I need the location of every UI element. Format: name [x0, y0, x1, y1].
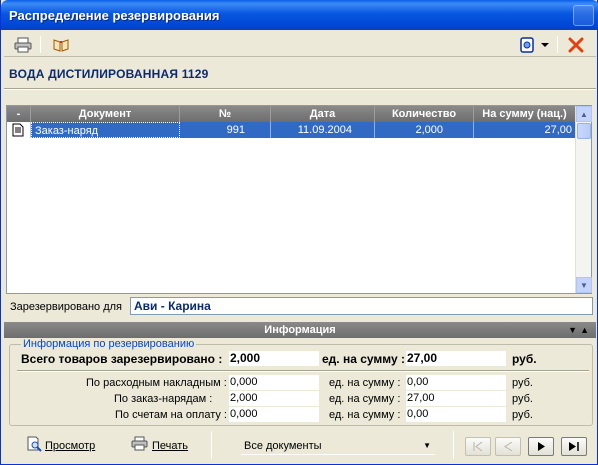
expense-invoices-sum: 0,00 [406, 375, 506, 390]
next-record-button[interactable] [528, 437, 554, 456]
work-orders-sum-label: ед. на сумму : [329, 393, 401, 405]
document-filter-select[interactable]: Все документы ▼ [241, 438, 435, 455]
last-icon [569, 442, 579, 451]
reservation-window: Распределение резервирования ВОДА ДИСТИЛ… [0, 0, 598, 465]
first-record-button[interactable] [465, 437, 491, 456]
payment-bills-currency: руб. [512, 409, 533, 421]
info-section-header[interactable]: Информация ▼▲ [4, 322, 596, 338]
scroll-down-button[interactable]: ▼ [576, 277, 592, 293]
document-icon [12, 123, 24, 137]
grid-header: - Документ № Дата Количество На сумму (н… [7, 106, 576, 122]
expense-invoices-qty: 0,000 [229, 375, 319, 390]
print-toolbar-button[interactable] [12, 34, 34, 55]
total-sum-value: 27,00 [406, 351, 506, 366]
window-title: Распределение резервирования [9, 8, 220, 23]
work-orders-qty: 2,000 [229, 391, 319, 406]
toolbar-separator [40, 36, 41, 53]
reserved-for-label: Зарезервировано для [10, 301, 123, 313]
column-header-quantity[interactable]: Количество [375, 106, 474, 122]
cell-document: Заказ-наряд [31, 122, 180, 138]
documents-grid[interactable]: - Документ № Дата Количество На сумму (н… [6, 105, 592, 294]
cell-number: 991 [180, 122, 271, 138]
payment-bills-sum: 0,00 [406, 407, 506, 422]
prev-record-button[interactable] [495, 437, 521, 456]
payment-bills-sum-label: ед. на сумму : [329, 409, 401, 421]
dropdown-arrow-icon [541, 42, 549, 47]
settings-icon [520, 36, 534, 53]
last-record-button[interactable] [561, 437, 587, 456]
cell-quantity: 2,000 [375, 122, 474, 138]
divider [4, 88, 596, 90]
expense-invoices-label: По расходным накладным : [86, 377, 227, 389]
info-divider [17, 370, 589, 372]
collapse-arrows-icon[interactable]: ▼▲ [568, 322, 592, 338]
payment-bills-qty: 0,000 [229, 407, 319, 422]
printer-icon [14, 37, 32, 52]
titlebar-button[interactable] [573, 5, 594, 26]
total-currency: руб. [512, 352, 537, 366]
reservation-info-legend: Информация по резервированию [21, 338, 197, 350]
reserved-for-value: Ави - Карина [130, 297, 593, 315]
column-header-number[interactable]: № [180, 106, 271, 122]
toolbar-separator [557, 36, 558, 53]
document-filter-value: Все документы [244, 440, 322, 452]
book-toolbar-button[interactable] [50, 34, 72, 55]
book-icon [53, 38, 69, 52]
row-marker [7, 122, 31, 138]
column-header-document[interactable]: Документ [31, 106, 180, 122]
print-icon [131, 436, 148, 451]
reserved-for-row: Зарезервировано для Ави - Карина [6, 295, 593, 318]
cell-date: 11.09.2004 [271, 122, 375, 138]
chevron-down-icon: ▼ [423, 441, 431, 450]
close-icon [568, 37, 584, 52]
grid-scrollbar[interactable]: ▲ ▼ [575, 106, 592, 293]
scroll-up-button[interactable]: ▲ [576, 106, 592, 122]
total-reserved-label: Всего товаров зарезервировано : [21, 352, 223, 366]
column-header-marker[interactable]: - [7, 106, 31, 122]
dropdown-arrow-button[interactable] [539, 34, 551, 55]
print-link[interactable]: Печать [152, 440, 188, 452]
column-header-date[interactable]: Дата [271, 106, 375, 122]
column-header-sum[interactable]: На сумму (нац.) [474, 106, 576, 122]
expense-invoices-sum-label: ед. на сумму : [329, 377, 401, 389]
footer-separator [211, 431, 212, 459]
next-icon [537, 442, 545, 451]
close-toolbar-button[interactable] [565, 34, 587, 55]
title-bar: Распределение резервирования [1, 0, 598, 30]
work-orders-label: По заказ-нарядам : [114, 393, 213, 405]
total-reserved-value: 2,000 [229, 351, 319, 366]
settings-toolbar-button[interactable] [516, 34, 538, 55]
info-section-title: Информация [264, 324, 336, 336]
preview-link[interactable]: Просмотр [45, 440, 95, 452]
first-icon [473, 442, 483, 451]
payment-bills-label: По счетам на оплату : [115, 409, 227, 421]
footer-separator [453, 431, 454, 459]
goods-title: ВОДА ДИСТИЛИРОВАННАЯ 1129 [9, 67, 209, 81]
expense-invoices-currency: руб. [512, 377, 533, 389]
toolbar [4, 32, 596, 57]
scroll-thumb[interactable] [577, 123, 591, 139]
work-orders-sum: 27,00 [406, 391, 506, 406]
work-orders-currency: руб. [512, 393, 533, 405]
prev-icon [504, 442, 513, 451]
table-row[interactable]: Заказ-наряд 991 11.09.2004 2,000 27,00 [7, 122, 576, 138]
cell-sum: 27,00 [474, 122, 576, 138]
total-sum-label: ед. на сумму : [322, 352, 406, 366]
preview-icon [27, 436, 42, 452]
